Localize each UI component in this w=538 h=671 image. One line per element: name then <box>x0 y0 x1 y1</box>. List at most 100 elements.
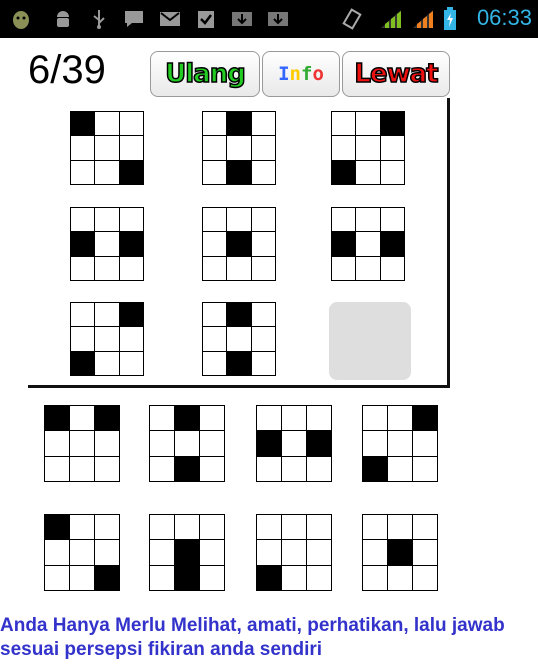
empty-cell <box>227 136 252 161</box>
filled-cell <box>227 112 252 137</box>
puzzle-tile <box>202 302 276 376</box>
empty-cell <box>119 256 144 281</box>
empty-cell <box>251 351 276 376</box>
empty-cell <box>70 565 95 591</box>
filled-cell <box>388 540 413 566</box>
empty-cell <box>227 208 252 233</box>
empty-cell <box>380 208 405 233</box>
puzzle-tile <box>202 111 276 185</box>
skip-button-label: Lewat <box>354 58 440 90</box>
filled-cell <box>413 406 438 432</box>
answer-option[interactable] <box>44 514 120 591</box>
empty-cell <box>119 136 144 161</box>
empty-cell <box>307 406 332 432</box>
puzzle-tile <box>202 207 276 281</box>
filled-cell <box>227 160 252 185</box>
empty-cell <box>203 303 228 328</box>
answer-option[interactable] <box>256 514 332 591</box>
empty-cell <box>95 351 120 376</box>
hint-line-2: sesuai persepsi fikiran anda sendiri <box>0 639 323 660</box>
empty-cell <box>307 456 332 482</box>
empty-cell <box>380 136 405 161</box>
empty-cell <box>95 136 120 161</box>
empty-cell <box>70 431 95 457</box>
empty-cell <box>200 540 225 566</box>
empty-cell <box>363 540 388 566</box>
info-button-label: Info <box>278 63 324 85</box>
status-bar: 06:33 <box>0 0 538 38</box>
answer-option[interactable] <box>362 514 438 591</box>
answer-option[interactable] <box>149 405 225 482</box>
empty-cell <box>388 456 413 482</box>
empty-cell <box>251 136 276 161</box>
empty-cell <box>71 136 96 161</box>
empty-cell <box>282 456 307 482</box>
empty-cell <box>45 565 70 591</box>
empty-cell <box>150 565 175 591</box>
usb-icon <box>88 8 110 30</box>
empty-cell <box>251 112 276 137</box>
empty-cell <box>332 136 357 161</box>
filled-cell <box>175 565 200 591</box>
puzzle-tile <box>331 111 405 185</box>
info-button[interactable]: Info <box>262 51 340 97</box>
empty-cell <box>251 256 276 281</box>
empty-cell <box>150 431 175 457</box>
empty-cell <box>356 136 381 161</box>
empty-cell <box>251 160 276 185</box>
empty-cell <box>203 208 228 233</box>
download-icon <box>266 8 290 30</box>
empty-cell <box>70 540 95 566</box>
empty-cell <box>175 515 200 541</box>
empty-cell <box>356 208 381 233</box>
filled-cell <box>175 406 200 432</box>
empty-cell <box>332 208 357 233</box>
empty-cell <box>95 208 120 233</box>
retry-button[interactable]: Ulang <box>150 51 260 97</box>
empty-cell <box>70 515 95 541</box>
empty-cell <box>413 431 438 457</box>
empty-cell <box>227 256 252 281</box>
empty-cell <box>200 431 225 457</box>
wifi-signal-icon <box>378 8 404 30</box>
filled-cell <box>45 515 70 541</box>
empty-cell <box>332 112 357 137</box>
empty-cell <box>95 160 120 185</box>
empty-cell <box>356 256 381 281</box>
answer-option[interactable] <box>256 405 332 482</box>
empty-cell <box>150 456 175 482</box>
answer-option[interactable] <box>362 405 438 482</box>
empty-cell <box>119 327 144 352</box>
empty-cell <box>363 565 388 591</box>
answer-option[interactable] <box>44 405 120 482</box>
filled-cell <box>71 232 96 257</box>
filled-cell <box>227 351 252 376</box>
missing-tile-slot[interactable] <box>329 302 411 380</box>
empty-cell <box>95 303 120 328</box>
filled-cell <box>45 406 70 432</box>
empty-cell <box>71 208 96 233</box>
filled-cell <box>95 565 120 591</box>
puzzle-tile <box>331 207 405 281</box>
empty-cell <box>413 456 438 482</box>
puzzle-tile <box>70 207 144 281</box>
empty-cell <box>203 160 228 185</box>
empty-cell <box>203 232 228 257</box>
skip-button[interactable]: Lewat <box>342 51 450 97</box>
gmail-icon <box>158 8 182 30</box>
answer-option[interactable] <box>149 514 225 591</box>
filled-cell <box>227 303 252 328</box>
battery-charging-icon <box>442 7 458 30</box>
filled-cell <box>332 160 357 185</box>
android-icon <box>50 8 76 30</box>
filled-cell <box>175 456 200 482</box>
filled-cell <box>363 456 388 482</box>
empty-cell <box>388 431 413 457</box>
empty-cell <box>150 540 175 566</box>
empty-cell <box>95 327 120 352</box>
empty-cell <box>282 565 307 591</box>
vibrate-icon <box>340 8 364 30</box>
empty-cell <box>95 456 120 482</box>
empty-cell <box>251 327 276 352</box>
empty-cell <box>307 540 332 566</box>
